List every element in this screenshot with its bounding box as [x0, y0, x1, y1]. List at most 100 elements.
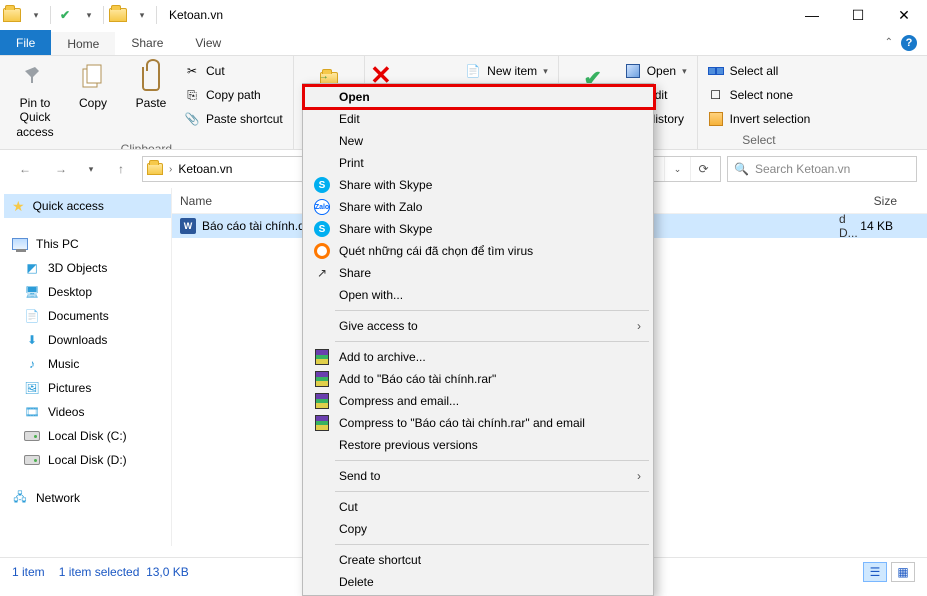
folder-icon-2 — [106, 3, 130, 27]
collapse-ribbon-icon[interactable]: ⌃ — [885, 37, 893, 48]
copy-button[interactable]: Copy — [64, 60, 122, 110]
ctx-compress-rar-email[interactable]: Compress to "Báo cáo tài chính.rar" and … — [305, 412, 651, 434]
word-doc-icon: W — [180, 218, 196, 234]
window-title: Ketoan.vn — [169, 8, 223, 22]
tab-share[interactable]: Share — [115, 30, 179, 55]
ctx-open-with[interactable]: Open with... — [305, 284, 651, 306]
address-path: Ketoan.vn — [178, 162, 232, 176]
group-select: Select all ☐Select none Invert selection… — [698, 56, 821, 149]
ctx-print[interactable]: Print — [305, 152, 651, 174]
pc-icon — [12, 238, 28, 250]
refresh-button[interactable]: ⟳ — [690, 157, 716, 181]
paste-button[interactable]: Paste — [122, 60, 180, 110]
new-item-button[interactable]: 📄New item ▾ — [461, 60, 552, 82]
search-placeholder: Search Ketoan.vn — [755, 162, 850, 176]
tab-home[interactable]: Home — [51, 30, 115, 55]
ctx-share-zalo[interactable]: ZaloShare with Zalo — [305, 196, 651, 218]
nav-pictures[interactable]: 🖼Pictures — [4, 376, 171, 400]
shortcut-icon: 📎 — [184, 111, 200, 127]
select-all-icon — [708, 67, 724, 75]
select-group-label: Select — [704, 130, 815, 150]
folder-icon — [0, 3, 24, 27]
ctx-add-rar[interactable]: Add to "Báo cáo tài chính.rar" — [305, 368, 651, 390]
nav-music[interactable]: ♪Music — [4, 352, 171, 376]
select-all-button[interactable]: Select all — [704, 60, 815, 82]
column-size[interactable]: Size — [847, 194, 927, 208]
nav-downloads[interactable]: ⬇Downloads — [4, 328, 171, 352]
select-none-button[interactable]: ☐Select none — [704, 84, 815, 106]
tab-file[interactable]: File — [0, 30, 51, 55]
up-button[interactable]: ↑ — [106, 156, 136, 182]
new-item-icon: 📄 — [465, 63, 481, 79]
nav-documents[interactable]: 📄Documents — [4, 304, 171, 328]
help-icon[interactable]: ? — [901, 35, 917, 51]
paste-shortcut-button[interactable]: 📎Paste shortcut — [180, 108, 287, 130]
chevron-right-icon[interactable]: › — [169, 164, 172, 175]
ctx-create-shortcut[interactable]: Create shortcut — [305, 549, 651, 571]
qat-dropdown-icon[interactable]: ▾ — [24, 3, 48, 27]
ctx-delete[interactable]: Delete — [305, 571, 651, 593]
desktop-icon: 🖥 — [24, 284, 40, 300]
context-menu: Open Edit New Print SShare with Skype Za… — [302, 83, 654, 596]
nav-local-disk-d[interactable]: Local Disk (D:) — [4, 448, 171, 472]
ctx-add-archive[interactable]: Add to archive... — [305, 346, 651, 368]
nav-3d-objects[interactable]: ◩3D Objects — [4, 256, 171, 280]
invert-selection-button[interactable]: Invert selection — [704, 108, 815, 130]
status-selection: 1 item selected 13,0 KB — [59, 565, 189, 579]
ctx-open[interactable]: Open — [305, 86, 651, 108]
ctx-new[interactable]: New — [305, 130, 651, 152]
window-controls: — ☐ ✕ — [789, 0, 927, 30]
ctx-cut[interactable]: Cut — [305, 496, 651, 518]
winrar-icon — [315, 349, 329, 365]
nav-videos[interactable]: 🎞Videos — [4, 400, 171, 424]
ctx-send-to[interactable]: Send to› — [305, 465, 651, 487]
minimize-button[interactable]: — — [789, 0, 835, 30]
nav-quick-access[interactable]: ★Quick access — [4, 194, 171, 218]
view-details-button[interactable]: ☰ — [863, 562, 887, 582]
nav-local-disk-c[interactable]: Local Disk (C:) — [4, 424, 171, 448]
qat-properties-button[interactable]: ✔ — [53, 3, 77, 27]
ctx-share-skype-1[interactable]: SShare with Skype — [305, 174, 651, 196]
pictures-icon: 🖼 — [24, 380, 40, 396]
ctx-compress-email[interactable]: Compress and email... — [305, 390, 651, 412]
forward-button[interactable]: → — [46, 156, 76, 182]
network-icon: 🖧 — [12, 490, 28, 506]
path-icon: ⎘ — [184, 87, 200, 103]
title-dropdown-icon[interactable]: ▾ — [130, 3, 154, 27]
nav-network[interactable]: 🖧Network — [4, 486, 171, 510]
ctx-separator — [335, 491, 649, 492]
close-button[interactable]: ✕ — [881, 0, 927, 30]
nav-desktop[interactable]: 🖥Desktop — [4, 280, 171, 304]
3d-icon: ◩ — [24, 260, 40, 276]
group-clipboard: Pin to Quick access Copy Paste ✂Cut ⎘Cop… — [0, 56, 294, 149]
clipboard-group-label: Clipboard — [6, 139, 287, 150]
address-dropdown-button[interactable]: ⌄ — [664, 157, 690, 181]
ctx-edit[interactable]: Edit — [305, 108, 651, 130]
clipboard-icon — [142, 67, 160, 91]
search-input[interactable]: 🔍 Search Ketoan.vn — [727, 156, 917, 182]
ctx-copy[interactable]: Copy — [305, 518, 651, 540]
skype-icon: S — [314, 177, 330, 193]
ctx-separator — [335, 544, 649, 545]
view-large-icons-button[interactable]: ▦ — [891, 562, 915, 582]
pin-to-quick-access-button[interactable]: Pin to Quick access — [6, 60, 64, 139]
ctx-share-skype-2[interactable]: SShare with Skype — [305, 218, 651, 240]
ctx-separator — [335, 341, 649, 342]
open-button[interactable]: Open ▾ — [621, 60, 691, 82]
ctx-share[interactable]: Share — [305, 262, 651, 284]
ctx-restore-versions[interactable]: Restore previous versions — [305, 434, 651, 456]
ctx-separator — [335, 460, 649, 461]
copy-label: Copy — [79, 96, 107, 110]
maximize-button[interactable]: ☐ — [835, 0, 881, 30]
ctx-give-access[interactable]: Give access to› — [305, 315, 651, 337]
winrar-icon — [315, 393, 329, 409]
nav-this-pc[interactable]: This PC — [4, 232, 171, 256]
skype-icon: S — [314, 221, 330, 237]
copy-path-button[interactable]: ⎘Copy path — [180, 84, 287, 106]
recent-locations-button[interactable]: ▾ — [82, 156, 100, 182]
qat-dropdown2-icon[interactable]: ▾ — [77, 3, 101, 27]
back-button[interactable]: ← — [10, 156, 40, 182]
tab-view[interactable]: View — [179, 30, 237, 55]
ctx-avast-scan[interactable]: Quét những cái đã chọn để tìm virus — [305, 240, 651, 262]
cut-button[interactable]: ✂Cut — [180, 60, 287, 82]
